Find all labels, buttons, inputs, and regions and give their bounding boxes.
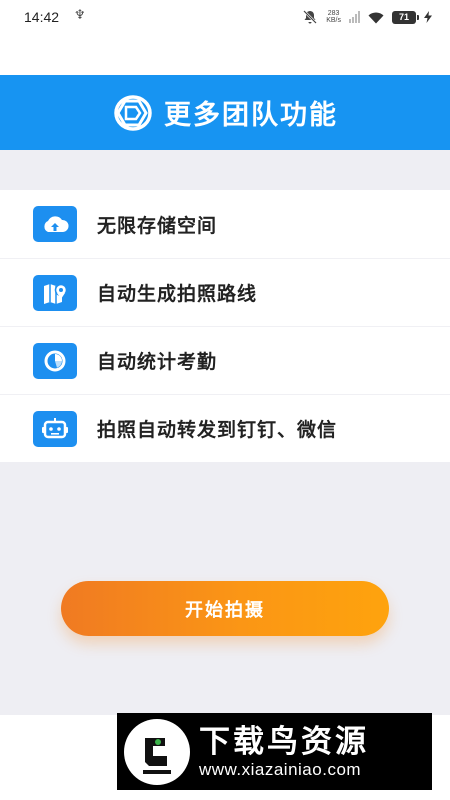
- signal-icon: [349, 11, 360, 23]
- start-shooting-button[interactable]: 开始拍摄: [61, 581, 389, 636]
- team-logo-icon: [114, 94, 152, 131]
- wifi-icon: [368, 12, 384, 23]
- charging-bolt-icon: [424, 11, 432, 23]
- battery-icon: 71: [392, 10, 419, 24]
- robot-icon: [33, 410, 77, 447]
- cloud-upload-icon: [33, 206, 77, 242]
- feature-item-route: 自动生成拍照路线: [0, 258, 450, 326]
- watermark-title: 下载鸟资源: [199, 723, 369, 760]
- battery-level: 71: [398, 12, 409, 22]
- feature-label: 自动统计考勤: [97, 351, 218, 373]
- watermark-url: www.xiazainiao.com: [199, 759, 362, 779]
- feature-item-forward: 拍照自动转发到钉钉、微信: [0, 394, 450, 462]
- feature-label: 无限存储空间: [97, 214, 218, 237]
- mute-notification-icon: [303, 10, 318, 24]
- banner-title: 更多团队功能: [164, 100, 338, 131]
- pie-chart-icon: [33, 342, 77, 379]
- net-speed-unit: KB/s: [326, 17, 341, 24]
- status-time: 14:42: [24, 9, 60, 25]
- team-features-banner: 更多团队功能: [0, 75, 450, 150]
- net-speed-value: 283: [327, 10, 340, 17]
- status-bar: 14:42 ♆ 283 KB/s 71: [0, 0, 450, 34]
- feature-label: 拍照自动转发到钉钉、微信: [97, 419, 338, 441]
- feature-item-storage: 无限存储空间: [0, 190, 450, 258]
- watermark-text: 下载鸟资源 www.xiazainiao.com: [199, 724, 369, 780]
- feature-list: 无限存储空间 自动生成拍照路线 自动统计考勤 拍照自动转发到钉钉、微信: [0, 190, 450, 462]
- bird-logo-icon: [124, 718, 190, 785]
- feature-label: 自动生成拍照路线: [97, 283, 258, 305]
- net-speed: 283 KB/s: [326, 10, 341, 24]
- status-icons: 283 KB/s 71: [302, 9, 432, 25]
- watermark-banner: 下载鸟资源 www.xiazainiao.com: [117, 713, 432, 790]
- usb-icon: ♆: [74, 8, 86, 23]
- feature-item-attendance: 自动统计考勤: [0, 326, 450, 394]
- map-route-icon: [33, 274, 77, 311]
